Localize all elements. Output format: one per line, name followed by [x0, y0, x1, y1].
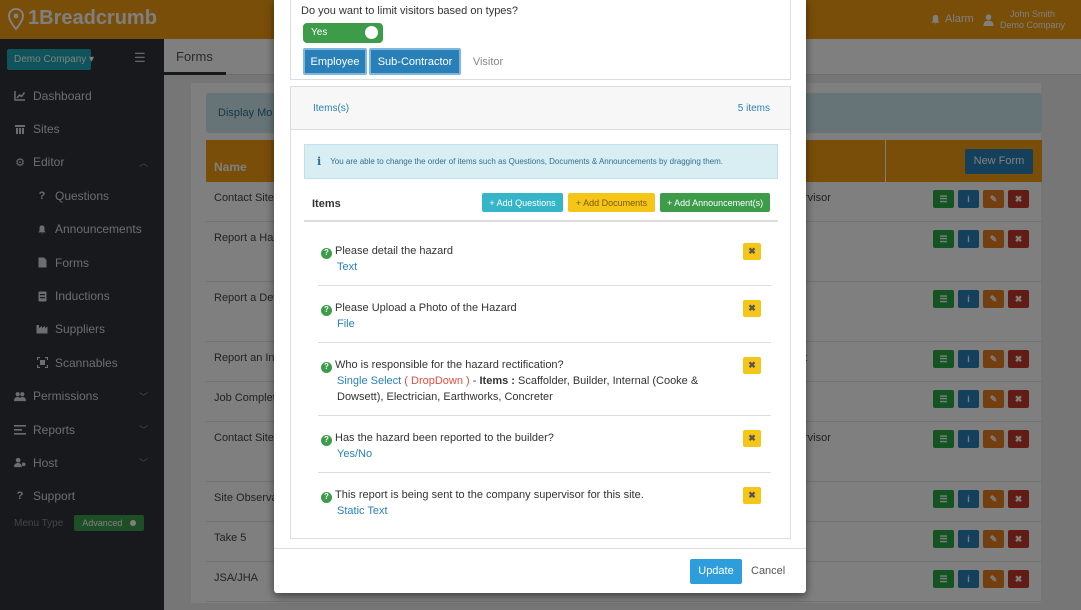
list-item[interactable]: ? This report is being sent to the compan…	[318, 473, 771, 529]
question-subtype: ( DropDown )	[404, 375, 470, 387]
reorder-note-text: You are able to change the order of item…	[330, 157, 724, 166]
list-item[interactable]: ? Please Upload a Photo of the Hazard Fil…	[318, 286, 771, 343]
cancel-button[interactable]: Cancel	[751, 565, 785, 577]
info-icon: i	[317, 155, 322, 168]
reorder-note: i You are able to change the order of it…	[304, 144, 778, 179]
question-type[interactable]: Text	[337, 261, 357, 273]
question-circle-icon: ?	[321, 304, 332, 316]
limit-question: Do you want to limit visitors based on t…	[301, 5, 519, 17]
question-type[interactable]: Single Select	[337, 375, 401, 387]
add-questions-button[interactable]: + Add Questions	[482, 193, 563, 212]
list-item[interactable]: ? Please detail the hazard Text ✖	[318, 229, 771, 286]
question-circle-icon: ?	[321, 491, 332, 503]
remove-item-button[interactable]: ✖	[743, 300, 761, 317]
modal-footer: Update Cancel	[274, 548, 806, 593]
remove-item-button[interactable]: ✖	[743, 430, 761, 447]
remove-item-button[interactable]: ✖	[743, 243, 761, 260]
edit-form-modal: Do you want to limit visitors based on t…	[274, 0, 806, 593]
items-panel-header: Items(s) 5 items	[291, 87, 790, 130]
question-circle-icon: ?	[321, 434, 332, 446]
type-visitor-button[interactable]: Visitor	[463, 48, 513, 75]
options-dash: -	[472, 375, 477, 387]
toggle-knob	[365, 26, 378, 39]
question-circle-icon: ?	[321, 361, 332, 373]
items-panel-title[interactable]: Items(s)	[313, 103, 349, 114]
question-type[interactable]: Static Text	[337, 505, 388, 517]
items-toolbar: Items + Add Questions + Add Documents + …	[304, 184, 778, 222]
visitor-type-limit: Do you want to limit visitors based on t…	[290, 0, 791, 80]
items-title: Items	[312, 198, 341, 210]
question-type[interactable]: Yes/No	[337, 448, 372, 460]
toggle-label: Yes	[311, 27, 328, 38]
question-text: Please detail the hazard	[335, 245, 454, 257]
question-text: This report is being sent to the company…	[335, 489, 644, 501]
question-type[interactable]: File	[337, 318, 355, 330]
remove-item-button[interactable]: ✖	[743, 357, 761, 374]
list-item[interactable]: ? Has the hazard been reported to the bui…	[318, 416, 771, 473]
question-circle-icon: ?	[321, 247, 332, 259]
question-text: Has the hazard been reported to the buil…	[335, 432, 554, 444]
limit-toggle[interactable]: Yes	[303, 23, 383, 43]
question-text: Please Upload a Photo of the Hazard	[335, 302, 517, 314]
type-subcontractor-button[interactable]: Sub-Contractor	[369, 48, 461, 75]
question-text: Who is responsible for the hazard rectif…	[335, 359, 564, 371]
options-label: Items :	[479, 375, 515, 387]
items-count: 5 items	[737, 103, 770, 114]
type-employee-button[interactable]: Employee	[303, 48, 367, 75]
items-panel: Items(s) 5 items i You are able to chang…	[290, 86, 791, 539]
add-announcements-button[interactable]: + Add Announcement(s)	[660, 193, 770, 212]
update-button[interactable]: Update	[690, 559, 742, 584]
question-list: ? Please detail the hazard Text ✖ ? Please…	[318, 229, 771, 529]
list-item[interactable]: ? Who is responsible for the hazard recti…	[318, 343, 771, 416]
add-documents-button[interactable]: + Add Documents	[568, 193, 655, 212]
remove-item-button[interactable]: ✖	[743, 487, 761, 504]
